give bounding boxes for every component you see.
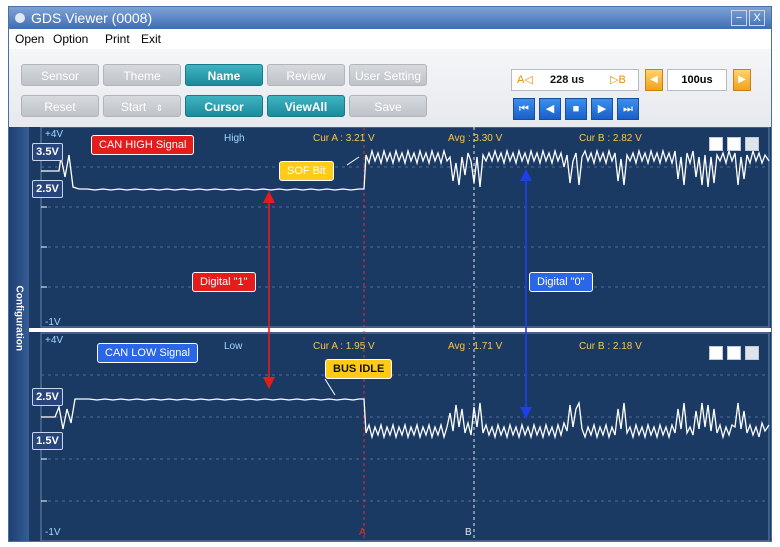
- menu-print[interactable]: Print: [105, 29, 130, 49]
- cursor-b-marker[interactable]: B: [465, 527, 472, 538]
- first-frame-icon[interactable]: ⏮: [513, 98, 535, 120]
- play-icon[interactable]: ▶: [591, 98, 613, 120]
- can-low-signal-label: CAN LOW Signal: [97, 343, 198, 363]
- can-low-trace: [41, 398, 770, 440]
- bottom-channel-name: Low: [224, 341, 243, 352]
- digital-0-arrow: [520, 169, 532, 419]
- can-high-signal-label: CAN HIGH Signal: [91, 135, 195, 155]
- digital-1-arrow: [263, 191, 275, 389]
- bottom-avg: Avg : 1.71 V: [448, 341, 503, 352]
- minimize-button[interactable]: −: [731, 10, 747, 26]
- axis-ticks: [41, 206, 47, 502]
- grid-bottom: [41, 374, 769, 502]
- close-button[interactable]: X: [749, 10, 765, 26]
- menu-bar: Open Option Print Exit: [9, 29, 771, 49]
- save-button[interactable]: Save: [349, 95, 427, 117]
- viewall-button[interactable]: ViewAll: [267, 95, 345, 117]
- timebase-decrease-icon[interactable]: ◀: [645, 69, 663, 91]
- toolbar: Sensor Theme Name Review User Setting Re…: [9, 49, 771, 127]
- user-setting-button[interactable]: User Setting: [349, 64, 427, 86]
- bottom-panel-frame: [40, 332, 770, 541]
- bottom-cur-b: Cur B : 2.18 V: [579, 341, 642, 352]
- sof-leader: [346, 156, 360, 166]
- top-scale-min: -1V: [45, 317, 61, 328]
- cursor-b-label: ▷B: [610, 74, 626, 86]
- menu-open[interactable]: Open: [15, 29, 44, 49]
- bottom-tag-low[interactable]: 1.5V: [32, 432, 63, 450]
- cursor-ab-display[interactable]: A◁ 228 us ▷B: [511, 69, 639, 91]
- title-bar: GDS Viewer (0008) − X: [9, 7, 771, 29]
- top-avg: Avg : 3.30 V: [448, 133, 503, 144]
- bottom-tag-high[interactable]: 2.5V: [32, 388, 63, 406]
- name-button[interactable]: Name: [185, 64, 263, 86]
- last-frame-icon[interactable]: ⏭: [617, 98, 639, 120]
- bottom-scale-min: -1V: [45, 527, 61, 538]
- reset-button[interactable]: Reset: [21, 95, 99, 117]
- top-option-box-2[interactable]: [727, 137, 741, 151]
- cursor-a-value: 228 us: [550, 74, 585, 86]
- top-cur-a: Cur A : 3.21 V: [313, 133, 375, 144]
- timebase-increase-icon[interactable]: ▶: [733, 69, 751, 91]
- cursor-button[interactable]: Cursor: [185, 95, 263, 117]
- start-label: Start: [120, 100, 147, 114]
- digital-1-label: Digital "1": [192, 272, 256, 292]
- bottom-option-box-2[interactable]: [727, 346, 741, 360]
- timebase-value: 100us: [667, 69, 727, 91]
- review-button[interactable]: Review: [267, 64, 345, 86]
- top-channel-name: High: [224, 133, 245, 144]
- sof-bit-callout: SOF Bit: [279, 161, 334, 181]
- bus-idle-callout: BUS IDLE: [325, 359, 393, 379]
- top-cur-b: Cur B : 2.82 V: [579, 133, 642, 144]
- top-tag-high[interactable]: 3.5V: [32, 143, 63, 161]
- oscilloscope-display: +4V -1V 3.5V 2.5V CAN HIGH Signal High C…: [29, 127, 771, 541]
- configuration-label: Configuration: [13, 285, 25, 352]
- top-panel-frame: [40, 127, 770, 328]
- top-scale-max: +4V: [45, 129, 64, 140]
- window-title: GDS Viewer (0008): [31, 10, 153, 26]
- theme-button[interactable]: Theme: [103, 64, 181, 86]
- stop-icon[interactable]: ■: [565, 98, 587, 120]
- grid-top: [41, 166, 769, 288]
- can-high-trace: [41, 148, 770, 191]
- cursor-a-marker[interactable]: A: [359, 527, 366, 538]
- bottom-cur-a: Cur A : 1.95 V: [313, 341, 375, 352]
- start-arrow-icon: ⇕: [155, 103, 164, 113]
- digital-0-label: Digital "0": [529, 272, 593, 292]
- bottom-option-box-3[interactable]: [745, 346, 759, 360]
- menu-exit[interactable]: Exit: [141, 29, 161, 49]
- bus-idle-leader: [324, 378, 336, 396]
- menu-option[interactable]: Option: [53, 29, 88, 49]
- top-option-box-3[interactable]: [745, 137, 759, 151]
- gds-viewer-window: GDS Viewer (0008) − X Open Option Print …: [8, 6, 772, 542]
- rewind-icon[interactable]: ◀: [539, 98, 561, 120]
- cursor-a-label: A◁: [517, 74, 533, 86]
- configuration-tab[interactable]: Configuration: [9, 127, 29, 541]
- bottom-option-box-1[interactable]: [709, 346, 723, 360]
- top-tag-low[interactable]: 2.5V: [32, 180, 63, 198]
- scope-svg: [29, 127, 771, 541]
- app-icon: [15, 13, 25, 23]
- sensor-button[interactable]: Sensor: [21, 64, 99, 86]
- bottom-scale-max: +4V: [45, 335, 64, 346]
- start-button[interactable]: Start ⇕: [103, 95, 181, 117]
- top-option-box-1[interactable]: [709, 137, 723, 151]
